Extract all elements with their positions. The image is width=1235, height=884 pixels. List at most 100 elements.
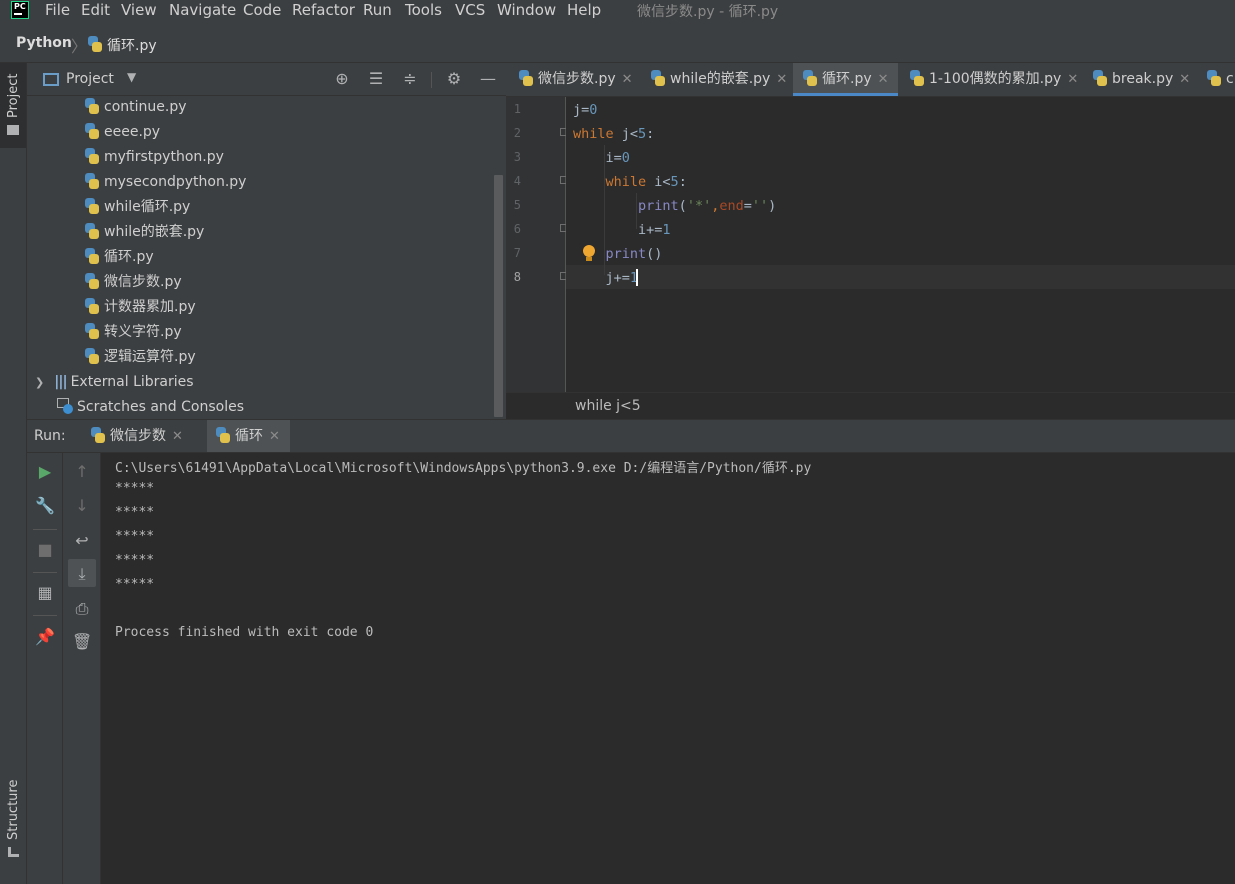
close-icon[interactable]: ✕ xyxy=(776,72,787,87)
run-tab-loop[interactable]: 循环 ✕ xyxy=(207,420,290,452)
toolbar-divider xyxy=(33,529,57,530)
close-icon[interactable]: ✕ xyxy=(878,72,889,87)
menu-run[interactable]: Run xyxy=(363,1,392,19)
tree-file-item[interactable]: while的嵌套.py xyxy=(84,220,204,245)
menu-navigate[interactable]: Navigate xyxy=(169,1,236,19)
python-file-icon xyxy=(90,427,106,443)
close-icon[interactable]: ✕ xyxy=(1179,72,1190,87)
tree-file-item[interactable]: myfirstpython.py xyxy=(84,145,224,170)
tree-file-item[interactable]: 循环.py xyxy=(84,245,154,270)
chevron-right-icon[interactable]: ❯ xyxy=(35,376,44,389)
soft-wrap-icon[interactable]: ↩ xyxy=(72,531,92,551)
gear-icon[interactable]: ⚙ xyxy=(445,70,463,88)
code-line: i+=1 xyxy=(573,222,671,238)
expand-all-icon[interactable]: ☰ xyxy=(367,70,385,88)
python-file-icon xyxy=(84,223,100,239)
console-output-line: ***** xyxy=(115,481,155,496)
structure-tool-label: Structure xyxy=(6,779,21,840)
code-breadcrumb[interactable]: while j<5 xyxy=(575,398,641,414)
breadcrumb-file[interactable]: 循环.py xyxy=(107,35,157,55)
python-file-icon xyxy=(84,173,100,189)
wrench-icon[interactable]: 🔧 xyxy=(35,496,55,516)
line-number: 1 xyxy=(513,102,521,116)
library-icon: ||| xyxy=(54,374,67,390)
python-file-icon xyxy=(650,70,666,86)
code-line: print('*',end='') xyxy=(638,198,777,214)
editor-tabs: 微信步数.py ✕ while的嵌套.py ✕ 循环.py ✕ 1-100偶数的累加.… xyxy=(506,63,1235,97)
tree-file-item[interactable]: 计数器累加.py xyxy=(84,295,196,320)
tree-file-item[interactable]: eeee.py xyxy=(84,120,160,145)
lightbulb-icon[interactable] xyxy=(583,245,595,261)
window-title: 微信步数.py - 循环.py xyxy=(637,4,779,20)
scroll-to-end-icon[interactable]: ⤓ xyxy=(72,564,92,584)
pin-icon[interactable]: 📌 xyxy=(35,627,55,647)
python-file-icon xyxy=(84,98,100,114)
tab-while-nested[interactable]: while的嵌套.py ✕ xyxy=(650,63,787,96)
locate-icon[interactable]: ⊕ xyxy=(333,70,351,88)
menu-vcs[interactable]: VCS xyxy=(455,1,485,19)
menu-file[interactable]: File xyxy=(45,1,70,19)
code-line: j+=1 xyxy=(573,270,639,286)
menu-code[interactable]: Code xyxy=(243,1,281,19)
print-icon[interactable]: ⎙ xyxy=(72,599,92,619)
project-scrollbar[interactable] xyxy=(494,175,503,417)
arrow-down-icon[interactable]: ↓ xyxy=(72,496,92,516)
tree-file-item[interactable]: while循环.py xyxy=(84,195,190,220)
menu-window[interactable]: Window xyxy=(497,1,556,19)
code-line: i=0 xyxy=(573,150,630,166)
tab-even-sum[interactable]: 1-100偶数的累加.py ✕ xyxy=(909,63,1078,96)
close-icon[interactable]: ✕ xyxy=(622,72,633,87)
tab-wechat-steps[interactable]: 微信步数.py ✕ xyxy=(518,63,633,96)
hide-panel-icon[interactable]: — xyxy=(479,70,497,88)
structure-icon xyxy=(8,847,19,857)
python-file-icon xyxy=(84,248,100,264)
code-lines: j=0 while j<5: i=0 while i<5: print('*',… xyxy=(566,97,1235,392)
text-caret xyxy=(636,269,638,286)
code-line: while j<5: xyxy=(573,126,655,142)
tree-scratches[interactable]: Scratches and Consoles xyxy=(57,395,244,420)
close-icon[interactable]: ✕ xyxy=(172,429,183,444)
tree-file-item[interactable]: continue.py xyxy=(84,95,187,120)
python-file-icon xyxy=(802,70,818,86)
python-file-icon xyxy=(87,36,103,52)
project-panel: Project ▼ ⊕ ☰ ≑ ⚙ — continue.py eeee.py … xyxy=(27,63,506,419)
tree-external-libraries[interactable]: ❯ ||| External Libraries xyxy=(35,370,194,395)
close-icon[interactable]: ✕ xyxy=(1067,72,1078,87)
collapse-all-icon[interactable]: ≑ xyxy=(401,70,419,88)
tree-file-item[interactable]: mysecondpython.py xyxy=(84,170,246,195)
python-file-icon xyxy=(84,123,100,139)
run-label: Run: xyxy=(34,428,66,444)
tree-file-item[interactable]: 逻辑运算符.py xyxy=(84,345,196,370)
tree-file-item[interactable]: 转义字符.py xyxy=(84,320,182,345)
menu-edit[interactable]: Edit xyxy=(81,1,110,19)
menu-tools[interactable]: Tools xyxy=(405,1,442,19)
layout-icon[interactable]: ▦ xyxy=(35,583,55,603)
project-panel-title: Project xyxy=(66,71,114,87)
tab-overflow[interactable]: c xyxy=(1206,63,1234,96)
menu-view[interactable]: View xyxy=(121,1,157,19)
project-view-icon xyxy=(43,73,59,86)
console-output-line: ***** xyxy=(115,577,155,592)
menu-refactor[interactable]: Refactor xyxy=(292,1,355,19)
toolbar-divider xyxy=(33,572,57,573)
arrow-up-icon[interactable]: ↑ xyxy=(72,462,92,482)
tree-file-item[interactable]: 微信步数.py xyxy=(84,270,182,295)
chevron-down-icon[interactable]: ▼ xyxy=(127,70,136,84)
project-tool-button[interactable]: Project xyxy=(0,63,26,148)
trash-icon[interactable]: 🗑 xyxy=(72,632,92,652)
python-file-icon xyxy=(84,273,100,289)
tab-loop[interactable]: 循环.py ✕ xyxy=(793,63,898,96)
close-icon[interactable]: ✕ xyxy=(269,429,280,444)
python-file-icon xyxy=(84,298,100,314)
stop-icon[interactable]: ■ xyxy=(35,540,55,560)
run-console[interactable]: C:\Users\61491\AppData\Local\Microsoft\W… xyxy=(101,453,1235,884)
rerun-icon[interactable]: ▶ xyxy=(35,462,55,482)
breadcrumb-project[interactable]: Python xyxy=(16,35,72,51)
breadcrumb-separator-icon: 〉 xyxy=(71,37,88,56)
menu-bar: PC File Edit View Navigate Code Refactor… xyxy=(0,0,1235,22)
run-tab-wechat-steps[interactable]: 微信步数 ✕ xyxy=(84,420,193,452)
menu-help[interactable]: Help xyxy=(567,1,601,19)
console-output-line: ***** xyxy=(115,553,155,568)
tab-break[interactable]: break.py ✕ xyxy=(1092,63,1190,96)
structure-tool-button[interactable]: Structure xyxy=(0,775,26,865)
